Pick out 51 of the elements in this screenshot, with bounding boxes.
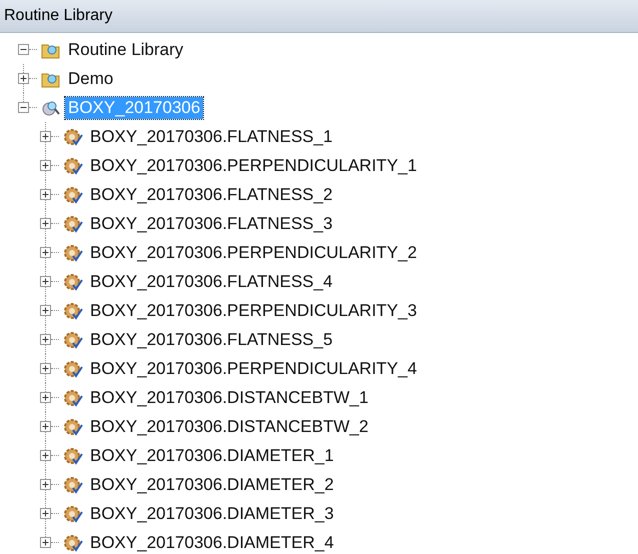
collapse-icon[interactable]	[18, 102, 29, 113]
tree-item[interactable]: BOXY_20170306.DIAMETER_4	[87, 532, 337, 554]
tree-item[interactable]: BOXY_20170306.PERPENDICULARITY_2	[87, 242, 420, 264]
expand-icon[interactable]	[40, 363, 51, 374]
gear-check-icon	[63, 476, 83, 494]
tree-item[interactable]: BOXY_20170306.FLATNESS_4	[87, 270, 336, 292]
expand-icon[interactable]	[40, 479, 51, 490]
expand-icon[interactable]	[40, 247, 51, 258]
gear-check-icon	[63, 504, 83, 522]
tree-item[interactable]: BOXY_20170306.FLATNESS_3	[87, 212, 336, 234]
expand-icon[interactable]	[40, 334, 51, 345]
expand-icon[interactable]	[40, 508, 51, 519]
expand-icon[interactable]	[18, 73, 29, 84]
gear-check-icon	[63, 272, 83, 290]
tree-item[interactable]: Routine Library	[65, 38, 186, 60]
tree-item[interactable]: Demo	[65, 68, 116, 90]
expand-icon[interactable]	[40, 160, 51, 171]
tree-item[interactable]: BOXY_20170306.FLATNESS_1	[87, 126, 336, 148]
tree-item[interactable]: BOXY_20170306.DIAMETER_3	[87, 502, 337, 524]
tree-item[interactable]: BOXY_20170306.DISTANCEBTW_1	[87, 386, 372, 408]
gear-check-icon	[63, 214, 83, 232]
tree-item[interactable]: BOXY_20170306.DIAMETER_2	[87, 474, 337, 496]
gear-check-icon	[63, 302, 83, 320]
tree-item[interactable]: BOXY_20170306.PERPENDICULARITY_3	[87, 300, 420, 322]
expand-icon[interactable]	[40, 537, 51, 548]
tree-item[interactable]: BOXY_20170306.PERPENDICULARITY_1	[87, 154, 420, 176]
gear-check-icon	[63, 388, 83, 406]
expand-icon[interactable]	[40, 131, 51, 142]
tree-item[interactable]: BOXY_20170306.FLATNESS_5	[87, 328, 336, 350]
gear-check-icon	[63, 330, 83, 348]
expand-icon[interactable]	[40, 218, 51, 229]
gear-check-icon	[63, 534, 83, 552]
expand-icon[interactable]	[40, 189, 51, 200]
tree-item[interactable]: BOXY_20170306.DIAMETER_1	[87, 444, 337, 466]
expand-icon[interactable]	[40, 421, 51, 432]
tree-item[interactable]: BOXY_20170306.PERPENDICULARITY_4	[87, 358, 420, 380]
tree-item[interactable]: BOXY_20170306.FLATNESS_2	[87, 184, 336, 206]
collapse-icon[interactable]	[18, 44, 29, 55]
expand-icon[interactable]	[40, 450, 51, 461]
panel-title: Routine Library	[4, 7, 112, 25]
gear-check-icon	[63, 186, 83, 204]
gear-check-icon	[63, 418, 83, 436]
gear-check-icon	[63, 128, 83, 146]
gear-check-icon	[63, 446, 83, 464]
expand-icon[interactable]	[40, 305, 51, 316]
expand-icon[interactable]	[40, 276, 51, 287]
expand-icon[interactable]	[40, 392, 51, 403]
gear-check-icon	[63, 244, 83, 262]
gear-check-icon	[63, 360, 83, 378]
gear-check-icon	[63, 156, 83, 174]
tree-item[interactable]: BOXY_20170306.DISTANCEBTW_2	[87, 416, 372, 438]
